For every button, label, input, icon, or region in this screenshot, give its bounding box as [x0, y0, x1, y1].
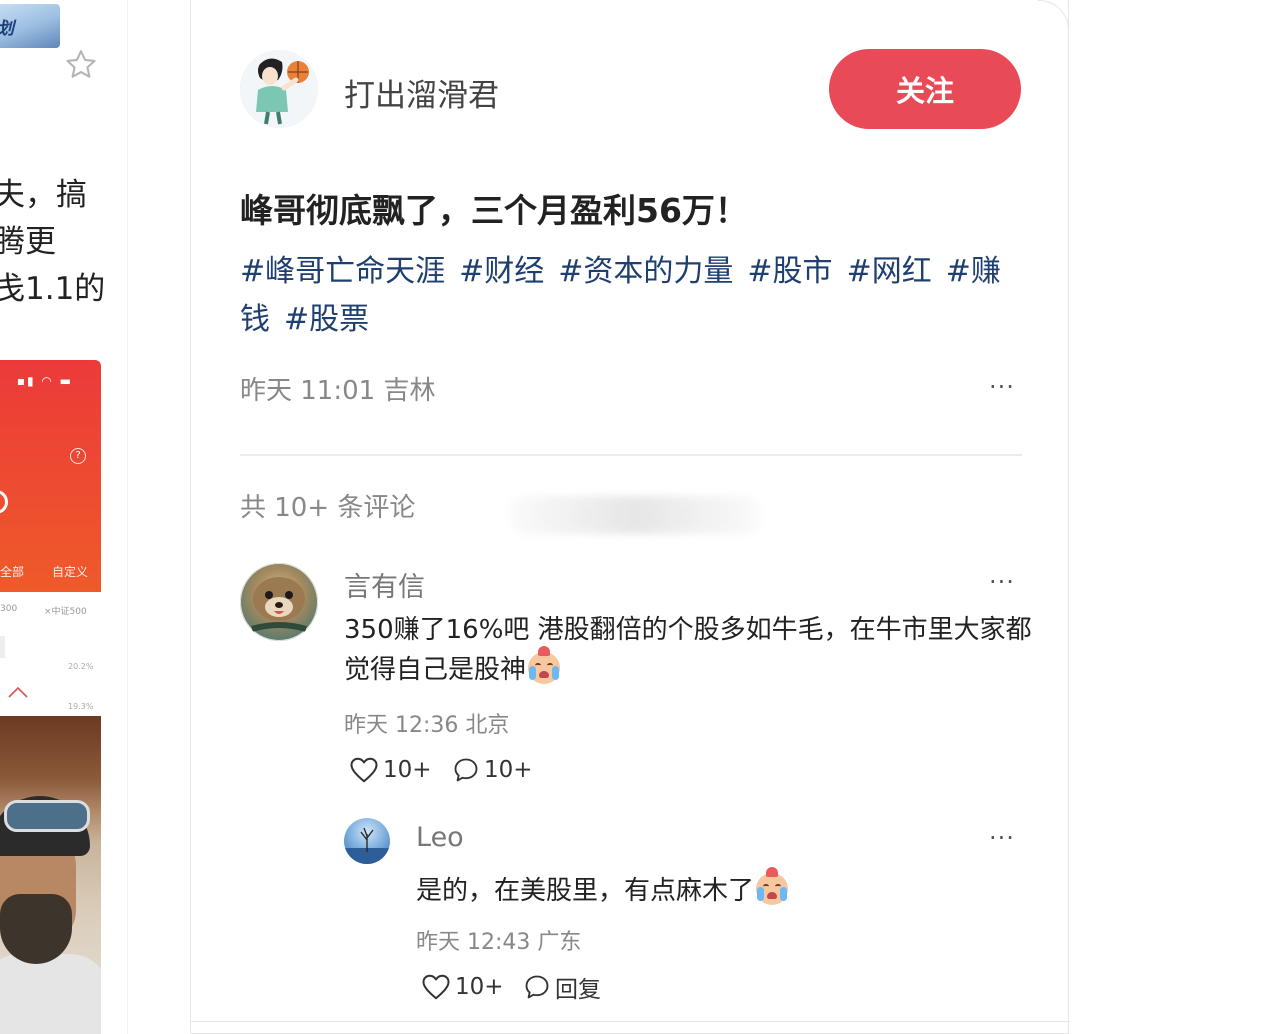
hashtag-link[interactable]: #财经	[459, 254, 544, 289]
left-feed-column: 计划 夫，搞 腾更 戋1.1的 ▪▮ ◠ ▬ ? 全部 自定义 300 ×中证5…	[0, 0, 128, 1034]
reply-author-avatar[interactable]	[344, 818, 390, 864]
comment-body: 350赚了16%吧 港股翻倍的个股多如牛毛，在牛市里大家都觉得自己是股神	[344, 610, 1034, 690]
crying-laughing-emoji-icon	[528, 646, 561, 684]
star-icon[interactable]	[63, 47, 99, 83]
snippet-line: 戋1.1的	[0, 271, 106, 307]
tree-avatar-image	[344, 827, 390, 864]
speech-bubble-icon	[525, 975, 549, 999]
phone-tab-all: 全部	[0, 565, 25, 579]
reply-author[interactable]: Leo	[416, 822, 464, 853]
legend-item: ×中证500	[44, 607, 87, 617]
reply-to-reply-button[interactable]: 回复	[523, 972, 601, 1003]
tag-list: #峰哥亡命天涯 #财经 #资本的力量 #股市 #网红 #赚钱 #股票	[240, 248, 1020, 344]
percent-label: 20.2%	[68, 662, 94, 671]
reply-button[interactable]: 10+	[452, 755, 533, 785]
phone-status-icons: ▪▮ ◠ ▬	[16, 374, 73, 388]
hashtag-link[interactable]: #股票	[284, 302, 369, 337]
photo-goggles	[4, 800, 90, 832]
author-name[interactable]: 打出溜滑君	[344, 70, 499, 115]
author-avatar[interactable]	[240, 50, 318, 128]
crying-laughing-emoji-icon	[756, 867, 789, 905]
hashtag-link[interactable]: #资本的力量	[558, 254, 733, 289]
comment-more-button[interactable]: ···	[982, 570, 1022, 594]
follow-button[interactable]: 关注	[829, 49, 1021, 129]
comment-text: 350赚了16%吧 港股翻倍的个股多如牛毛，在牛市里大家都觉得自己是股神	[344, 615, 1032, 685]
like-count: 10+	[455, 974, 504, 1000]
chart-line-icon	[8, 686, 28, 698]
legend-item: 300	[0, 604, 18, 614]
phone-tab-custom: 自定义	[52, 565, 89, 579]
photo-beard	[0, 894, 72, 964]
section-divider	[240, 454, 1022, 456]
post-title: 峰哥彻底飘了，三个月盈利56万！	[240, 191, 748, 230]
post-more-button[interactable]: ···	[982, 375, 1022, 399]
comment-meta: 昨天 12:36 北京	[344, 713, 510, 738]
hashtag-link[interactable]: #股市	[747, 254, 832, 289]
chart-bar	[0, 636, 5, 658]
blurred-placeholder	[509, 496, 761, 534]
like-button[interactable]: 10+	[349, 755, 432, 785]
post-detail-card: 打出溜滑君 关注 峰哥彻底飘了，三个月盈利56万！ #峰哥亡命天涯 #财经 #资本的…	[190, 0, 1070, 1034]
banner-text: 计划	[0, 14, 14, 39]
reply-label: 回复	[555, 977, 601, 1003]
comment-count: 共 10+ 条评论	[240, 493, 416, 523]
speech-bubble-icon	[454, 758, 478, 782]
photo-coat	[0, 954, 101, 1034]
reply-count: 10+	[484, 757, 533, 783]
heart-icon	[350, 757, 378, 783]
hashtag-link[interactable]: #峰哥亡命天涯	[240, 254, 445, 289]
hashtag-link[interactable]: #网红	[847, 254, 932, 289]
percent-label: 19.3%	[68, 702, 94, 711]
help-icon: ?	[70, 448, 86, 464]
commenter-avatar[interactable]	[240, 563, 318, 641]
card-bottom-divider	[191, 1021, 1070, 1022]
heart-icon	[422, 974, 450, 1000]
snippet-line: 腾更	[0, 224, 56, 260]
reply-meta: 昨天 12:43 广东	[416, 930, 582, 955]
snippet-line: 夫，搞	[0, 177, 87, 213]
post-meta: 昨天 11:01 吉林	[240, 376, 436, 406]
post-snippet[interactable]: 夫，搞 腾更 戋1.1的	[0, 172, 124, 313]
post-image-phone-screenshot[interactable]: ▪▮ ◠ ▬ ? 全部 自定义	[0, 360, 101, 592]
ring-icon	[0, 490, 8, 514]
reply-like-button[interactable]: 10+	[421, 972, 504, 1002]
reply-text: 是的，在美股里，有点麻木了	[416, 876, 755, 906]
banner-image: 计划	[0, 4, 60, 48]
animal-avatar-image	[251, 577, 307, 632]
post-image-photo[interactable]	[0, 716, 101, 1034]
reply-more-button[interactable]: ···	[982, 826, 1022, 850]
like-count: 10+	[383, 757, 432, 783]
reply-body: 是的，在美股里，有点麻木了	[416, 867, 789, 907]
cartoon-avatar-image	[240, 50, 318, 128]
comment-author[interactable]: 言有信	[344, 565, 425, 604]
